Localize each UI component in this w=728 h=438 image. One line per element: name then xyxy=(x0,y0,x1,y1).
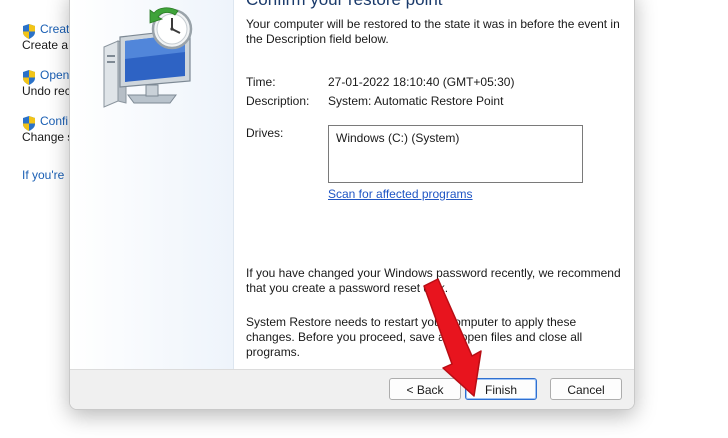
time-label: Time: xyxy=(246,75,276,89)
bg-item-link[interactable]: Open xyxy=(40,68,69,82)
bg-item-subtext: Change s xyxy=(22,130,74,144)
bg-item-link[interactable]: Creat xyxy=(40,22,69,36)
scan-affected-programs-link[interactable]: Scan for affected programs xyxy=(328,187,473,201)
description-label: Description: xyxy=(246,94,310,108)
restart-note: System Restore needs to restart your com… xyxy=(246,315,583,359)
password-note: If you have changed your Windows passwor… xyxy=(246,266,621,295)
uac-shield-icon xyxy=(23,24,35,39)
bg-item-subtext: Undo rec xyxy=(22,84,71,98)
drive-entry[interactable]: Windows (C:) (System) xyxy=(336,131,459,145)
system-restore-dialog: Confirm your restore point Your computer… xyxy=(69,0,635,410)
dialog-content: Confirm your restore point Your computer… xyxy=(233,0,634,369)
drives-label: Drives: xyxy=(246,126,284,140)
uac-shield-icon xyxy=(23,116,35,131)
bg-item-link[interactable]: Confi xyxy=(40,114,68,128)
dialog-side-panel xyxy=(70,0,234,369)
back-button[interactable]: < Back xyxy=(389,378,461,400)
dialog-heading: Confirm your restore point xyxy=(246,0,443,10)
system-restore-icon xyxy=(103,7,193,108)
description-value: System: Automatic Restore Point xyxy=(328,94,504,108)
drives-list[interactable]: Windows (C:) (System) xyxy=(328,125,583,183)
dialog-intro-text: Your computer will be restored to the st… xyxy=(246,17,620,46)
cancel-button[interactable]: Cancel xyxy=(550,378,622,400)
bg-item-subtext: Create a xyxy=(22,38,69,52)
time-value: 27-01-2022 18:10:40 (GMT+05:30) xyxy=(328,75,515,89)
bg-help-link[interactable]: If you're xyxy=(22,168,64,182)
dialog-button-bar: < Back Finish Cancel xyxy=(70,369,634,409)
uac-shield-icon xyxy=(23,70,35,85)
finish-button[interactable]: Finish xyxy=(465,378,537,400)
